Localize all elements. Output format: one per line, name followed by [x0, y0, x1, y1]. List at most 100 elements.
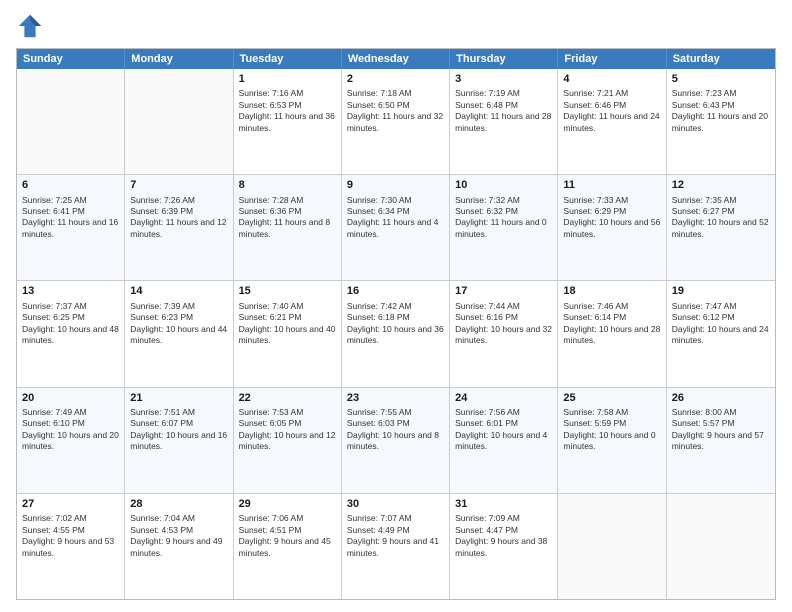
calendar-cell-11: 11Sunrise: 7:33 AM Sunset: 6:29 PM Dayli… [558, 175, 666, 280]
calendar-cell-29: 29 Sunrise: 7:06 AM Sunset: 4:51 PM Dayli… [234, 494, 342, 599]
day-number: 8 [239, 178, 336, 192]
header [16, 12, 776, 40]
cell-info: Sunrise: 7:58 AM Sunset: 5:59 PM Dayligh… [563, 407, 660, 453]
day-number: 31 [455, 497, 552, 511]
day-number: 20 [22, 391, 119, 405]
cell-info: Sunrise: 7:19 AM Sunset: 6:48 PM Dayligh… [455, 88, 552, 134]
day-header-saturday: Saturday [667, 49, 775, 69]
calendar-cell-23: 23 Sunrise: 7:55 AM Sunset: 6:03 PM Dayli… [342, 388, 450, 493]
calendar-week-5: 27 Sunrise: 7:02 AM Sunset: 4:55 PM Dayli… [17, 494, 775, 599]
calendar-cell-20: 20 Sunrise: 7:49 AM Sunset: 6:10 PM Dayli… [17, 388, 125, 493]
day-number: 26 [672, 391, 770, 405]
cell-info: Sunrise: 7:07 AM Sunset: 4:49 PM Dayligh… [347, 513, 444, 559]
cell-info: Sunrise: 7:37 AM Sunset: 6:25 PM Dayligh… [22, 301, 119, 347]
cell-info: Sunrise: 7:40 AM Sunset: 6:21 PM Dayligh… [239, 301, 336, 347]
cell-info: Sunrise: 7:49 AM Sunset: 6:10 PM Dayligh… [22, 407, 119, 453]
calendar-cell-7: 7 Sunrise: 7:26 AM Sunset: 6:39 PM Daylig… [125, 175, 233, 280]
day-header-sunday: Sunday [17, 49, 125, 69]
day-header-thursday: Thursday [450, 49, 558, 69]
day-number: 15 [239, 284, 336, 298]
calendar-body: 1Sunrise: 7:16 AM Sunset: 6:53 PM Daylig… [17, 69, 775, 599]
calendar-week-2: 6 Sunrise: 7:25 AM Sunset: 6:41 PM Daylig… [17, 175, 775, 281]
cell-info: Sunrise: 7:39 AM Sunset: 6:23 PM Dayligh… [130, 301, 227, 347]
calendar-week-4: 20 Sunrise: 7:49 AM Sunset: 6:10 PM Dayli… [17, 388, 775, 494]
cell-info: Sunrise: 7:16 AM Sunset: 6:53 PM Dayligh… [239, 88, 336, 134]
day-number: 17 [455, 284, 552, 298]
cell-info: Sunrise: 7:23 AM Sunset: 6:43 PM Dayligh… [672, 88, 770, 134]
calendar-cell-19: 19 Sunrise: 7:47 AM Sunset: 6:12 PM Dayli… [667, 281, 775, 386]
calendar-cell-21: 21 Sunrise: 7:51 AM Sunset: 6:07 PM Dayli… [125, 388, 233, 493]
calendar-cell-empty [558, 494, 666, 599]
day-header-friday: Friday [558, 49, 666, 69]
calendar-cell-13: 13 Sunrise: 7:37 AM Sunset: 6:25 PM Dayli… [17, 281, 125, 386]
calendar-cell-empty [17, 69, 125, 174]
cell-info: Sunrise: 7:55 AM Sunset: 6:03 PM Dayligh… [347, 407, 444, 453]
calendar-week-1: 1Sunrise: 7:16 AM Sunset: 6:53 PM Daylig… [17, 69, 775, 175]
calendar-cell-10: 10Sunrise: 7:32 AM Sunset: 6:32 PM Dayli… [450, 175, 558, 280]
calendar-cell-empty [125, 69, 233, 174]
cell-info: Sunrise: 7:28 AM Sunset: 6:36 PM Dayligh… [239, 195, 336, 241]
calendar-cell-15: 15 Sunrise: 7:40 AM Sunset: 6:21 PM Dayli… [234, 281, 342, 386]
calendar-cell-28: 28Sunrise: 7:04 AM Sunset: 4:53 PM Dayli… [125, 494, 233, 599]
cell-info: Sunrise: 7:06 AM Sunset: 4:51 PM Dayligh… [239, 513, 336, 559]
calendar-cell-18: 18Sunrise: 7:46 AM Sunset: 6:14 PM Dayli… [558, 281, 666, 386]
cell-info: Sunrise: 7:53 AM Sunset: 6:05 PM Dayligh… [239, 407, 336, 453]
day-number: 10 [455, 178, 552, 192]
calendar-cell-6: 6 Sunrise: 7:25 AM Sunset: 6:41 PM Daylig… [17, 175, 125, 280]
day-header-monday: Monday [125, 49, 233, 69]
calendar-cell-1: 1Sunrise: 7:16 AM Sunset: 6:53 PM Daylig… [234, 69, 342, 174]
cell-info: Sunrise: 7:33 AM Sunset: 6:29 PM Dayligh… [563, 195, 660, 241]
cell-info: Sunrise: 7:04 AM Sunset: 4:53 PM Dayligh… [130, 513, 227, 559]
day-number: 27 [22, 497, 119, 511]
day-header-tuesday: Tuesday [234, 49, 342, 69]
cell-info: Sunrise: 7:25 AM Sunset: 6:41 PM Dayligh… [22, 195, 119, 241]
calendar-cell-22: 22 Sunrise: 7:53 AM Sunset: 6:05 PM Dayli… [234, 388, 342, 493]
calendar-cell-31: 31 Sunrise: 7:09 AM Sunset: 4:47 PM Dayli… [450, 494, 558, 599]
calendar-header: SundayMondayTuesdayWednesdayThursdayFrid… [17, 49, 775, 69]
calendar-cell-empty [667, 494, 775, 599]
calendar-cell-3: 3Sunrise: 7:19 AM Sunset: 6:48 PM Daylig… [450, 69, 558, 174]
calendar-cell-17: 17 Sunrise: 7:44 AM Sunset: 6:16 PM Dayli… [450, 281, 558, 386]
day-number: 19 [672, 284, 770, 298]
cell-info: Sunrise: 7:26 AM Sunset: 6:39 PM Dayligh… [130, 195, 227, 241]
day-number: 22 [239, 391, 336, 405]
day-number: 14 [130, 284, 227, 298]
cell-info: Sunrise: 7:21 AM Sunset: 6:46 PM Dayligh… [563, 88, 660, 134]
day-number: 6 [22, 178, 119, 192]
calendar: SundayMondayTuesdayWednesdayThursdayFrid… [16, 48, 776, 600]
day-number: 30 [347, 497, 444, 511]
day-number: 18 [563, 284, 660, 298]
calendar-cell-16: 16 Sunrise: 7:42 AM Sunset: 6:18 PM Dayli… [342, 281, 450, 386]
calendar-week-3: 13 Sunrise: 7:37 AM Sunset: 6:25 PM Dayli… [17, 281, 775, 387]
cell-info: Sunrise: 7:44 AM Sunset: 6:16 PM Dayligh… [455, 301, 552, 347]
cell-info: Sunrise: 7:42 AM Sunset: 6:18 PM Dayligh… [347, 301, 444, 347]
cell-info: Sunrise: 8:00 AM Sunset: 5:57 PM Dayligh… [672, 407, 770, 453]
calendar-cell-25: 25Sunrise: 7:58 AM Sunset: 5:59 PM Dayli… [558, 388, 666, 493]
cell-info: Sunrise: 7:09 AM Sunset: 4:47 PM Dayligh… [455, 513, 552, 559]
cell-info: Sunrise: 7:56 AM Sunset: 6:01 PM Dayligh… [455, 407, 552, 453]
calendar-cell-5: 5Sunrise: 7:23 AM Sunset: 6:43 PM Daylig… [667, 69, 775, 174]
calendar-cell-2: 2Sunrise: 7:18 AM Sunset: 6:50 PM Daylig… [342, 69, 450, 174]
day-number: 16 [347, 284, 444, 298]
day-header-wednesday: Wednesday [342, 49, 450, 69]
day-number: 12 [672, 178, 770, 192]
calendar-cell-12: 12Sunrise: 7:35 AM Sunset: 6:27 PM Dayli… [667, 175, 775, 280]
day-number: 7 [130, 178, 227, 192]
day-number: 24 [455, 391, 552, 405]
cell-info: Sunrise: 7:51 AM Sunset: 6:07 PM Dayligh… [130, 407, 227, 453]
day-number: 9 [347, 178, 444, 192]
cell-info: Sunrise: 7:30 AM Sunset: 6:34 PM Dayligh… [347, 195, 444, 241]
calendar-cell-27: 27 Sunrise: 7:02 AM Sunset: 4:55 PM Dayli… [17, 494, 125, 599]
cell-info: Sunrise: 7:47 AM Sunset: 6:12 PM Dayligh… [672, 301, 770, 347]
day-number: 21 [130, 391, 227, 405]
calendar-cell-30: 30 Sunrise: 7:07 AM Sunset: 4:49 PM Dayli… [342, 494, 450, 599]
logo [16, 12, 48, 40]
day-number: 13 [22, 284, 119, 298]
day-number: 23 [347, 391, 444, 405]
calendar-cell-26: 26 Sunrise: 8:00 AM Sunset: 5:57 PM Dayli… [667, 388, 775, 493]
calendar-cell-24: 24 Sunrise: 7:56 AM Sunset: 6:01 PM Dayli… [450, 388, 558, 493]
day-number: 2 [347, 72, 444, 86]
day-number: 29 [239, 497, 336, 511]
logo-icon [16, 12, 44, 40]
cell-info: Sunrise: 7:02 AM Sunset: 4:55 PM Dayligh… [22, 513, 119, 559]
